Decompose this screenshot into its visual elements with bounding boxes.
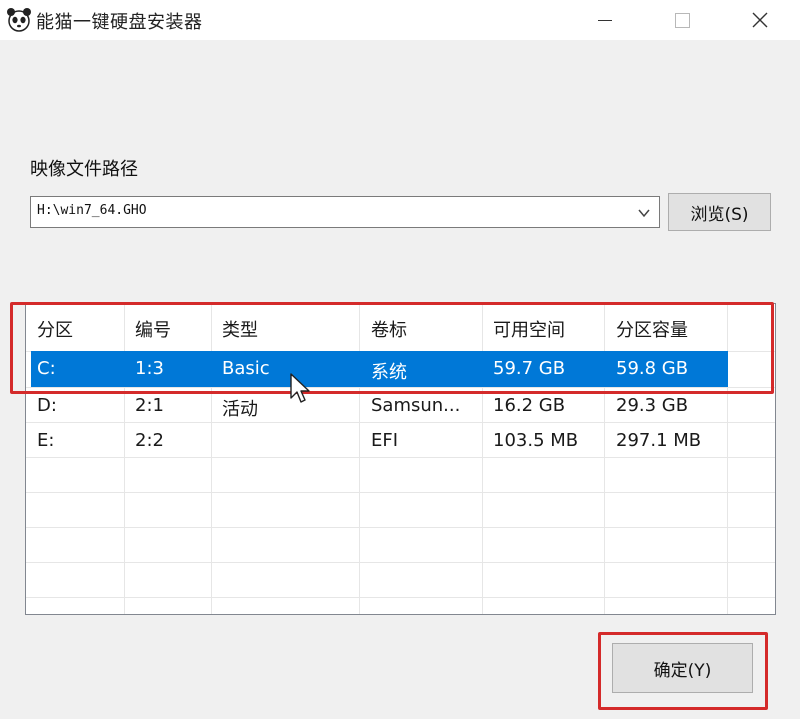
cell-label: Samsun... <box>371 395 461 416</box>
cell-partition: E: <box>37 430 55 451</box>
cell-free-space: 103.5 MB <box>493 430 579 451</box>
window-title: 能猫一键硬盘安装器 <box>36 12 203 33</box>
maximize-icon <box>674 12 690 28</box>
row-divider <box>26 527 775 528</box>
row-divider <box>26 457 775 458</box>
browse-button[interactable]: 浏览(S) <box>668 193 771 231</box>
cell-capacity: 29.3 GB <box>616 395 689 416</box>
cell-type: 活动 <box>222 399 258 420</box>
cell-number: 2:1 <box>135 395 164 416</box>
maximize-button[interactable] <box>652 0 712 40</box>
image-path-label: 映像文件路径 <box>30 159 138 180</box>
highlight-box-selected-row <box>10 302 774 394</box>
minimize-button[interactable] <box>575 0 635 40</box>
close-button[interactable] <box>730 0 790 40</box>
table-row[interactable]: E: 2:2 EFI 103.5 MB 297.1 MB <box>26 422 775 457</box>
row-divider <box>26 597 775 598</box>
row-divider <box>26 562 775 563</box>
close-icon <box>752 12 768 28</box>
chevron-down-icon[interactable] <box>637 206 651 220</box>
cell-label: EFI <box>371 430 399 451</box>
ok-button[interactable]: 确定(Y) <box>612 643 753 693</box>
cell-number: 2:2 <box>135 430 164 451</box>
panda-icon <box>7 8 31 32</box>
minimize-icon <box>598 19 612 21</box>
title-bar: 能猫一键硬盘安装器 <box>0 0 800 40</box>
row-divider <box>26 492 775 493</box>
image-path-combobox[interactable]: H:\win7_64.GHO <box>30 196 660 228</box>
mouse-cursor-icon <box>290 373 310 403</box>
image-path-value: H:\win7_64.GHO <box>37 203 147 218</box>
cell-capacity: 297.1 MB <box>616 430 702 451</box>
cell-partition: D: <box>37 395 57 416</box>
cell-free-space: 16.2 GB <box>493 395 566 416</box>
